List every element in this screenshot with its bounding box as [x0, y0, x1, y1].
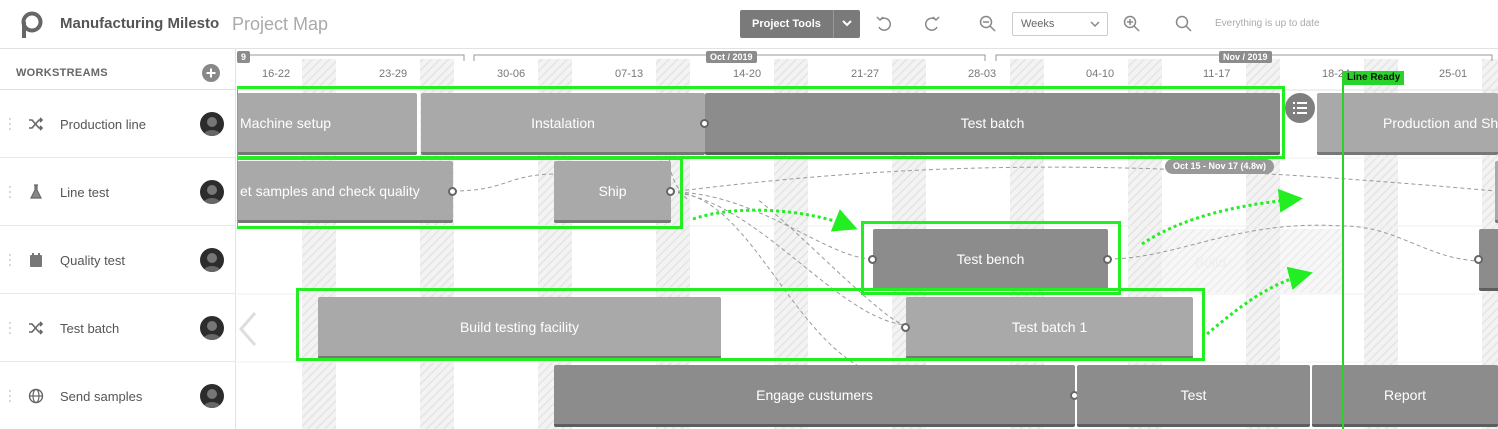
week-label: 25-01 — [1439, 68, 1468, 80]
avatar[interactable] — [200, 316, 224, 340]
globe-icon — [28, 388, 44, 404]
dependency-handle[interactable] — [868, 255, 877, 264]
week-label: 21-27 — [851, 68, 880, 80]
dependency-handle[interactable] — [700, 119, 709, 128]
task-bar-test[interactable]: Test — [1077, 365, 1310, 427]
month-tag: 9 — [237, 51, 251, 63]
dependency-handle[interactable] — [448, 187, 457, 196]
workstream-row-quality-test[interactable]: Quality test — [0, 226, 236, 294]
task-bar-get-samples[interactable]: et samples and check quality — [237, 161, 453, 223]
drag-handle-icon[interactable] — [8, 389, 12, 403]
workstream-name: Send samples — [60, 389, 143, 404]
week-label: 28-03 — [968, 68, 997, 80]
chevron-left-icon[interactable] — [237, 309, 259, 349]
shuffle-icon — [29, 321, 44, 335]
redo-icon[interactable] — [922, 14, 942, 34]
date-range-tag: Oct 15 - Nov 17 (4.8w) — [1165, 159, 1275, 174]
task-bar-ship[interactable]: Ship — [554, 161, 671, 223]
task-bar-instalation[interactable]: Instalation — [421, 93, 705, 155]
task-bar-test-batch[interactable]: Test batch — [705, 93, 1280, 155]
gantt-timeline[interactable]: 9 Oct / 2019 Nov / 2019 16-22 23-29 30-0… — [237, 49, 1498, 429]
workstream-row-production-line[interactable]: Production line — [0, 90, 236, 158]
month-tag: Oct / 2019 — [706, 51, 757, 63]
workstream-row-test-batch[interactable]: Test batch — [0, 294, 236, 362]
zoom-level-select[interactable]: Weeks — [1012, 12, 1108, 36]
workstream-row-line-test[interactable]: Line test — [0, 158, 236, 226]
undo-icon[interactable] — [874, 14, 894, 34]
workstreams-header: WORKSTREAMS — [0, 49, 236, 90]
week-label: 23-29 — [379, 68, 408, 80]
week-label: 14-20 — [733, 68, 762, 80]
project-tools-label: Project Tools — [752, 18, 821, 30]
drag-handle-icon[interactable] — [8, 321, 12, 335]
avatar[interactable] — [200, 112, 224, 136]
save-status: Everything is up to date — [1215, 18, 1320, 29]
week-label: 04-10 — [1086, 68, 1115, 80]
chevron-down-icon — [1090, 21, 1100, 28]
week-label: 30-06 — [497, 68, 526, 80]
task-bar-engage-custumers[interactable]: Engage custumers — [554, 365, 1075, 427]
task-bar-machine-setup[interactable]: Machine setup — [237, 93, 417, 155]
month-tag: Nov / 2019 — [1219, 51, 1272, 63]
project-tools-button[interactable]: Project Tools — [740, 10, 860, 38]
zoom-out-icon[interactable] — [978, 14, 998, 34]
task-bar-report[interactable]: Report — [1312, 365, 1498, 427]
add-workstream-icon[interactable] — [202, 64, 220, 82]
dependency-handle[interactable] — [666, 187, 675, 196]
dependency-handle[interactable] — [1474, 255, 1483, 264]
top-bar: Manufacturing Milesto… Project Map Proje… — [0, 0, 1498, 49]
task-list-button[interactable] — [1285, 93, 1315, 123]
week-label: 11-17 — [1203, 68, 1231, 80]
milestone-line-ready[interactable]: Line Ready — [1343, 71, 1405, 85]
workstream-name: Line test — [60, 185, 110, 200]
task-bar-ghost-build[interactable]: Build — [1164, 231, 1257, 293]
page-title: Project Map — [232, 14, 329, 34]
button-divider — [833, 10, 834, 38]
dependency-handle[interactable] — [1103, 255, 1112, 264]
dependency-handle[interactable] — [901, 323, 910, 332]
milestone-line[interactable] — [1342, 73, 1344, 429]
flask-icon — [30, 184, 42, 199]
task-bar-build-testing-facility[interactable]: Build testing facility — [318, 297, 721, 359]
list-icon — [1293, 102, 1307, 114]
drag-handle-icon[interactable] — [8, 185, 12, 199]
week-label: 07-13 — [615, 68, 644, 80]
zoom-level-value: Weeks — [1021, 18, 1055, 30]
calendar-icon — [30, 253, 42, 267]
workstream-name: Test batch — [60, 321, 120, 336]
app-title[interactable]: Manufacturing Milesto… — [60, 15, 220, 32]
workstreams-panel: WORKSTREAMS Production line Line test Qu… — [0, 49, 236, 429]
task-bar-production[interactable]: Production and Sh — [1317, 93, 1498, 155]
app-logo[interactable] — [19, 11, 43, 39]
drag-handle-icon[interactable] — [8, 253, 12, 267]
avatar[interactable] — [200, 248, 224, 272]
week-label: 16-22 — [262, 68, 291, 80]
task-bar-test-batch-1[interactable]: Test batch 1 — [906, 297, 1193, 359]
zoom-in-icon[interactable] — [1122, 14, 1142, 34]
chevron-down-icon — [842, 20, 852, 27]
avatar[interactable] — [200, 384, 224, 408]
shuffle-icon — [29, 117, 44, 131]
workstream-name: Quality test — [60, 253, 126, 268]
avatar[interactable] — [200, 180, 224, 204]
workstream-name: Production line — [60, 117, 146, 132]
search-icon[interactable] — [1174, 14, 1194, 34]
drag-handle-icon[interactable] — [8, 117, 12, 131]
workstream-row-send-samples[interactable]: Send samples — [0, 362, 236, 429]
task-bar-test-bench[interactable]: Test bench — [873, 229, 1108, 291]
workstreams-title: WORKSTREAMS — [16, 67, 108, 79]
